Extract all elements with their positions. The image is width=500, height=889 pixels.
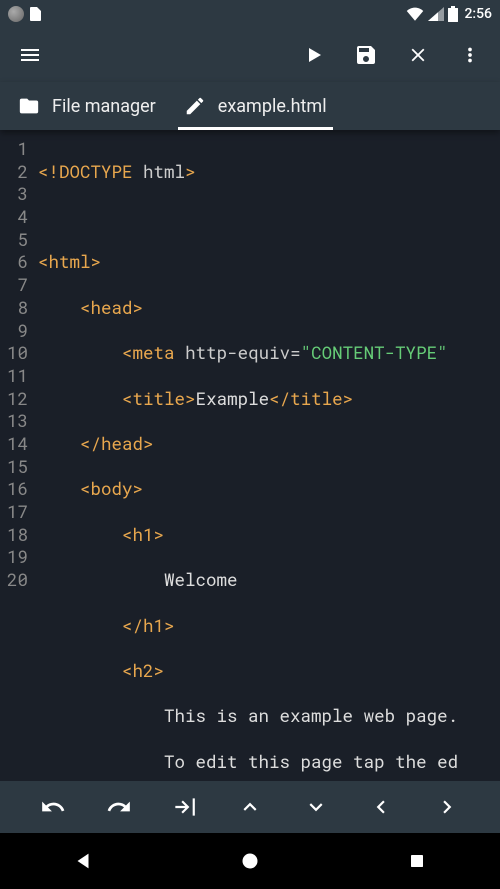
- overflow-menu-button[interactable]: [448, 33, 492, 77]
- sd-card-icon: [30, 7, 41, 21]
- move-down-button[interactable]: [292, 783, 340, 831]
- edit-icon: [184, 95, 206, 117]
- system-nav-bar: [0, 833, 500, 889]
- tab-file-manager[interactable]: File manager: [4, 82, 170, 130]
- recording-icon: [8, 6, 24, 22]
- status-bar: 2:56: [0, 0, 500, 28]
- tab-label: File manager: [52, 96, 156, 117]
- nav-home-button[interactable]: [220, 837, 280, 885]
- move-left-button[interactable]: [357, 783, 405, 831]
- redo-button[interactable]: [95, 783, 143, 831]
- undo-button[interactable]: [29, 783, 77, 831]
- tab-current-file[interactable]: example.html: [170, 82, 341, 130]
- battery-icon: [448, 6, 458, 22]
- move-right-button[interactable]: [423, 783, 471, 831]
- nav-recent-button[interactable]: [387, 837, 447, 885]
- editor-toolbar: [0, 781, 500, 833]
- nav-back-button[interactable]: [53, 837, 113, 885]
- run-button[interactable]: [292, 33, 336, 77]
- tab-indent-button[interactable]: [160, 783, 208, 831]
- code-content[interactable]: <!DOCTYPE html> <html> <head> <meta http…: [34, 130, 500, 781]
- save-button[interactable]: [344, 33, 388, 77]
- close-button[interactable]: [396, 33, 440, 77]
- tab-label: example.html: [218, 96, 327, 117]
- wifi-icon: [406, 7, 424, 21]
- tab-bar: File manager example.html: [0, 82, 500, 130]
- signal-icon: [428, 7, 444, 21]
- app-bar: [0, 28, 500, 82]
- menu-button[interactable]: [8, 33, 52, 77]
- line-gutter: 1234567891011121314151617181920: [0, 130, 34, 781]
- folder-icon: [18, 95, 40, 117]
- code-editor[interactable]: 1234567891011121314151617181920 <!DOCTYP…: [0, 130, 500, 781]
- status-time: 2:56: [464, 6, 492, 22]
- move-up-button[interactable]: [226, 783, 274, 831]
